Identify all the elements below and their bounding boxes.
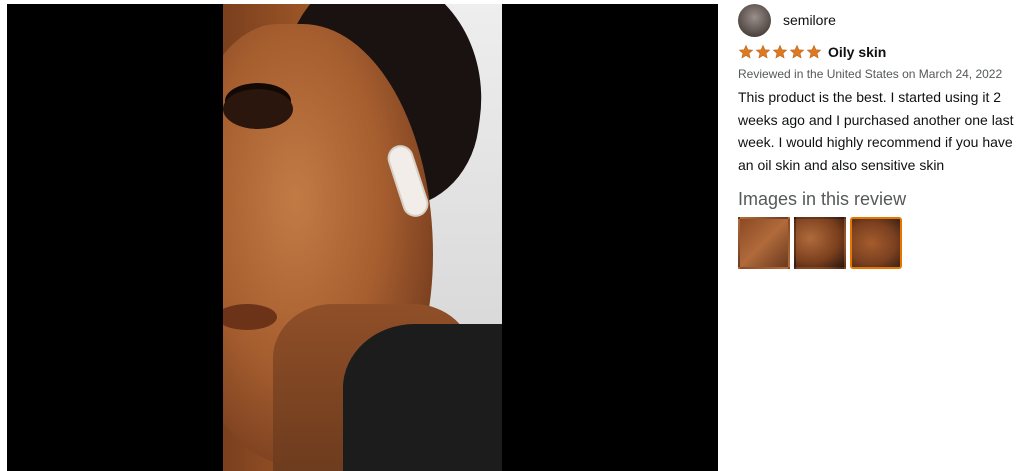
review-image-thumbnail[interactable] [850, 217, 902, 269]
avatar[interactable] [738, 3, 771, 37]
review-body: This product is the best. I started usin… [738, 89, 1014, 173]
review-image-thumbnail[interactable] [794, 217, 846, 269]
star-icon [738, 44, 754, 60]
star-rating[interactable] [738, 44, 823, 60]
reviewer-name[interactable]: semilore [783, 12, 836, 28]
star-icon [772, 44, 788, 60]
star-icon [789, 44, 805, 60]
review-title[interactable]: Oily skin [828, 44, 886, 60]
image-viewer [7, 4, 718, 471]
review-image-thumbnail[interactable] [738, 217, 790, 269]
review-date: Reviewed in the United States on March 2… [738, 67, 1003, 81]
star-icon [755, 44, 771, 60]
reviewer: semilore [738, 3, 1020, 37]
review-photo-large [223, 4, 502, 471]
review-panel: semilore Oily skin Reviewed in the Unite… [738, 3, 1020, 269]
review-title-row: Oily skin [738, 44, 1020, 60]
star-icon [806, 44, 822, 60]
images-heading: Images in this review [738, 189, 907, 209]
thumbnail-strip [738, 217, 1020, 269]
